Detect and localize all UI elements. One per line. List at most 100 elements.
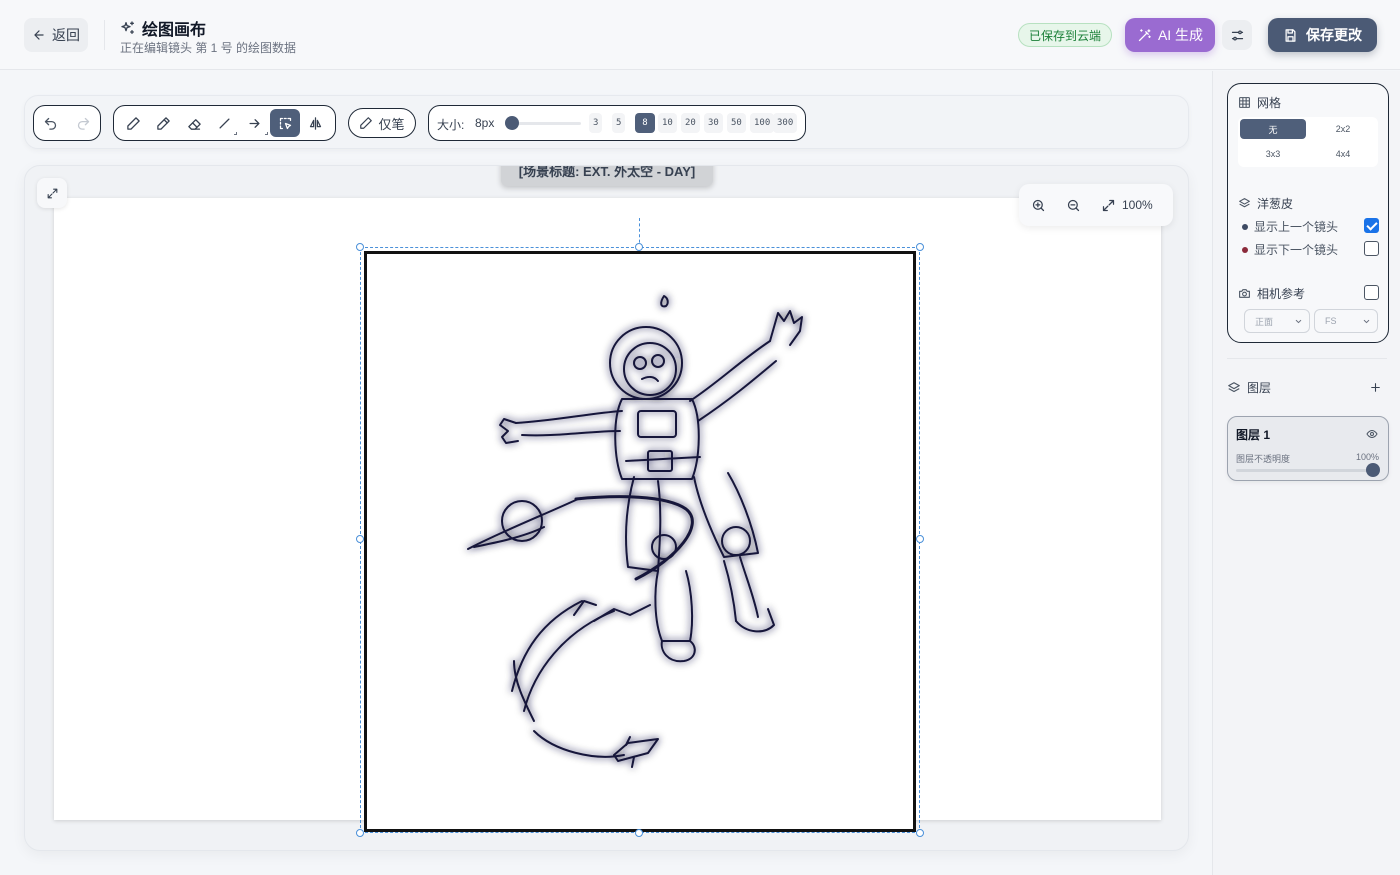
grid-options: 无 2x2 3x3 4x4	[1238, 117, 1378, 167]
layers-icon	[1228, 381, 1240, 392]
grid-option-4x4[interactable]: 4x4	[1310, 144, 1376, 164]
camera-ref-checkbox[interactable]	[1364, 285, 1379, 300]
eraser-icon	[187, 118, 201, 130]
layers-section-title: 图层	[1227, 379, 1271, 396]
size-preset-10[interactable]: 10	[658, 113, 677, 133]
back-button[interactable]: 返回	[24, 18, 88, 52]
grid-option-none[interactable]: 无	[1240, 119, 1306, 139]
fullscreen-button[interactable]	[37, 178, 67, 208]
zoom-controls: 100%	[1019, 184, 1173, 226]
resize-handle-e[interactable]	[916, 535, 924, 543]
size-preset-300[interactable]: 300	[773, 113, 798, 133]
grid-title: 网格	[1257, 96, 1282, 110]
arrow-left-icon	[34, 30, 44, 40]
resize-handle-w[interactable]	[356, 535, 364, 543]
settings-button[interactable]	[1222, 20, 1252, 50]
undo-button[interactable]	[36, 109, 66, 137]
resize-handle-nw[interactable]	[356, 243, 364, 251]
show-next-label: 显示下一个镜头	[1254, 243, 1339, 257]
layer-item[interactable]: 图层 1 图层不透明度 100%	[1227, 416, 1389, 481]
zoom-out-icon[interactable]	[1066, 198, 1081, 213]
save-icon	[1285, 28, 1296, 42]
resize-handle-se[interactable]	[916, 829, 924, 837]
header-divider	[104, 20, 105, 50]
eraser-tool[interactable]	[179, 109, 209, 137]
onion-prev-row: 显示上一个镜头	[1242, 218, 1378, 235]
size-preset-30[interactable]: 30	[704, 113, 723, 133]
eye-icon[interactable]	[1366, 428, 1378, 440]
pencil-tool[interactable]	[149, 109, 179, 137]
onion-next-row: 显示下一个镜头	[1242, 241, 1378, 258]
onion-skin-title: 洋葱皮	[1238, 195, 1293, 212]
ai-label: AI 生成	[1157, 27, 1204, 43]
size-preset-5[interactable]: 5	[612, 113, 626, 133]
layer-opacity-knob[interactable]	[1366, 463, 1380, 477]
size-preset-8[interactable]: 8	[635, 113, 655, 133]
page-title: 绘图画布	[120, 16, 206, 40]
flip-horizontal-icon	[310, 116, 322, 130]
expand-icon	[47, 188, 57, 198]
redo-icon	[77, 117, 90, 130]
camera-icon	[1239, 289, 1250, 298]
scene-heading-label: [场景标题: EXT. 外太空 - DAY]	[501, 166, 713, 186]
redo-button[interactable]	[69, 109, 99, 137]
camera-shot-select[interactable]: FS	[1314, 309, 1378, 333]
camera-angle-value: 正面	[1255, 316, 1274, 327]
submenu-corner-icon	[234, 132, 238, 135]
show-next-checkbox[interactable]	[1364, 241, 1379, 256]
drawing-toolbar: 仅笔 大小: 8px 3 5 8 10 20 30 50 100 300	[24, 95, 1189, 149]
camera-shot-value: FS	[1325, 316, 1337, 326]
size-preset-100[interactable]: 100	[750, 113, 775, 133]
pen-tool[interactable]	[118, 109, 148, 137]
camera-angle-select[interactable]: 正面	[1244, 309, 1310, 333]
size-preset-3[interactable]: 3	[589, 113, 603, 133]
grid-section-title: 网格	[1238, 94, 1281, 111]
arrow-right-icon	[249, 118, 260, 128]
layer-opacity-track[interactable]	[1236, 469, 1376, 472]
line-tool[interactable]	[209, 109, 239, 137]
ai-generate-button[interactable]: AI 生成	[1125, 18, 1215, 52]
layer-name: 图层 1	[1236, 428, 1271, 442]
grid-option-3x3[interactable]: 3x3	[1240, 144, 1306, 164]
resize-handle-s[interactable]	[635, 829, 643, 837]
brush-size-group: 大小: 8px 3 5 8 10 20 30 50 100 300	[428, 105, 806, 141]
camera-ref-label: 相机参考	[1257, 287, 1306, 301]
selection-box[interactable]	[360, 247, 920, 833]
app-header: 返回 绘图画布 正在编辑镜头 第 1 号 的绘图数据 已保存到云端 AI 生成 …	[0, 0, 1400, 70]
layers-label: 图层	[1247, 381, 1272, 395]
show-previous-checkbox[interactable]	[1364, 218, 1379, 233]
resize-handle-ne[interactable]	[916, 243, 924, 251]
layer-opacity-label: 图层不透明度	[1236, 454, 1291, 464]
drawing-paper[interactable]	[54, 198, 1161, 837]
resize-handle-sw[interactable]	[356, 829, 364, 837]
size-label: 大小:	[437, 118, 465, 132]
lasso-select-icon	[279, 117, 291, 129]
right-sidebar: 网格 无 2x2 3x3 4x4 洋葱皮 显示上一个镜头 显示下一个镜头 相机参…	[1212, 71, 1400, 875]
sparkles-icon	[121, 21, 134, 34]
tools-group	[113, 105, 336, 141]
size-preset-20[interactable]: 20	[681, 113, 700, 133]
grid-option-2x2[interactable]: 2x2	[1310, 119, 1376, 139]
fit-screen-icon	[1102, 199, 1115, 211]
pen-only-toggle[interactable]: 仅笔	[348, 108, 416, 138]
history-group	[33, 105, 101, 141]
saved-status-badge: 已保存到云端	[1018, 23, 1113, 47]
resize-handle-n[interactable]	[635, 243, 643, 251]
zoom-in-icon[interactable]	[1031, 198, 1046, 213]
canvas-panel: [场景标题: EXT. 外太空 - DAY] 100%	[24, 165, 1189, 851]
canvas-settings-card: 网格 无 2x2 3x3 4x4 洋葱皮 显示上一个镜头 显示下一个镜头 相机参…	[1227, 83, 1389, 343]
next-color-dot	[1242, 246, 1248, 253]
zoom-level: 100%	[1122, 198, 1153, 212]
sidebar-divider	[1227, 358, 1387, 359]
size-slider-knob[interactable]	[505, 116, 519, 130]
arrow-tool[interactable]	[240, 109, 270, 137]
zoom-reset-button[interactable]: 100%	[1101, 198, 1153, 213]
title-text: 绘图画布	[142, 22, 207, 39]
add-layer-button[interactable]	[1367, 379, 1383, 395]
line-icon	[219, 118, 230, 128]
undo-icon	[44, 117, 57, 130]
flip-tool[interactable]	[301, 109, 331, 137]
select-tool[interactable]	[270, 109, 301, 137]
size-preset-50[interactable]: 50	[727, 113, 746, 133]
save-changes-button[interactable]: 保存更改	[1268, 18, 1377, 52]
